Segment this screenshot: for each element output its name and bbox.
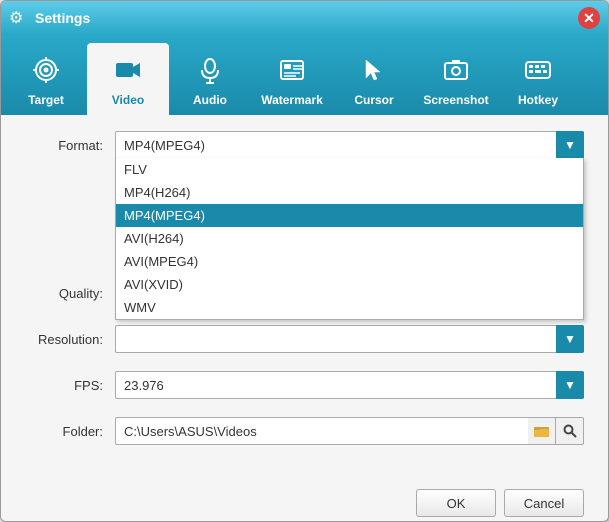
format-row: Format: MP4(MPEG4) ▼ FLV MP4(H264) MP4(M… (25, 131, 584, 159)
format-option-avixvid[interactable]: AVI(XVID) (116, 273, 583, 296)
tab-screenshot-label: Screenshot (423, 93, 488, 107)
close-button[interactable]: ✕ (578, 7, 600, 29)
format-option-flv[interactable]: FLV (116, 158, 583, 181)
tab-bar: Target Video Audio (1, 35, 608, 115)
tab-screenshot[interactable]: Screenshot (415, 43, 497, 115)
title-bar: ⚙ Settings ✕ (1, 1, 608, 35)
format-arrow-icon: ▼ (556, 131, 584, 159)
fps-row: FPS: 23.976 ▼ (25, 371, 584, 399)
format-option-avih264[interactable]: AVI(H264) (116, 227, 583, 250)
fps-select[interactable]: 23.976 (115, 371, 584, 399)
tab-target[interactable]: Target (5, 43, 87, 115)
format-value: MP4(MPEG4) (124, 138, 559, 153)
folder-row: Folder: (25, 417, 584, 445)
fps-label: FPS: (25, 378, 115, 393)
hotkey-icon (524, 56, 552, 89)
format-option-avimpeg4[interactable]: AVI(MPEG4) (116, 250, 583, 273)
format-dropdown-list: FLV MP4(H264) MP4(MPEG4) AVI(H264) AVI(M… (115, 158, 584, 320)
folder-browse-button[interactable] (528, 417, 556, 445)
format-option-wmv[interactable]: WMV (116, 296, 583, 319)
tab-video-label: Video (112, 93, 144, 107)
tab-video[interactable]: Video (87, 43, 169, 115)
format-option-mp4mpeg4[interactable]: MP4(MPEG4) (116, 204, 583, 227)
tab-audio[interactable]: Audio (169, 43, 251, 115)
tab-hotkey-label: Hotkey (518, 93, 558, 107)
folder-input[interactable] (115, 417, 528, 445)
audio-icon (196, 56, 224, 89)
tab-audio-label: Audio (193, 93, 227, 107)
format-select[interactable]: MP4(MPEG4) ▼ (115, 131, 584, 159)
video-icon (114, 56, 142, 89)
format-dropdown-container: MP4(MPEG4) ▼ FLV MP4(H264) MP4(MPEG4) AV… (115, 131, 584, 159)
content-area: Format: MP4(MPEG4) ▼ FLV MP4(H264) MP4(M… (1, 115, 608, 479)
dialog-footer: OK Cancel (1, 479, 608, 522)
cancel-button[interactable]: Cancel (504, 489, 584, 517)
tab-cursor-label: Cursor (354, 93, 393, 107)
fps-control: 23.976 ▼ (115, 371, 584, 399)
tab-target-label: Target (28, 93, 64, 107)
resolution-row: Resolution: ▼ (25, 325, 584, 353)
quality-label: Quality: (25, 286, 115, 301)
resolution-select[interactable] (115, 325, 584, 353)
resolution-control: ▼ (115, 325, 584, 353)
settings-dialog: ⚙ Settings ✕ Target (0, 0, 609, 522)
tab-watermark-label: Watermark (261, 93, 323, 107)
tab-hotkey[interactable]: Hotkey (497, 43, 579, 115)
target-icon (32, 56, 60, 89)
tab-cursor[interactable]: Cursor (333, 43, 415, 115)
resolution-label: Resolution: (25, 332, 115, 347)
watermark-icon (278, 56, 306, 89)
folder-search-button[interactable] (556, 417, 584, 445)
tab-watermark[interactable]: Watermark (251, 43, 333, 115)
ok-button[interactable]: OK (416, 489, 496, 517)
format-option-mp4h264[interactable]: MP4(H264) (116, 181, 583, 204)
folder-label: Folder: (25, 424, 115, 439)
settings-icon: ⚙ (9, 8, 29, 28)
format-label: Format: (25, 138, 115, 153)
cursor-icon (360, 56, 388, 89)
dialog-title: Settings (35, 10, 578, 26)
screenshot-icon (442, 56, 470, 89)
